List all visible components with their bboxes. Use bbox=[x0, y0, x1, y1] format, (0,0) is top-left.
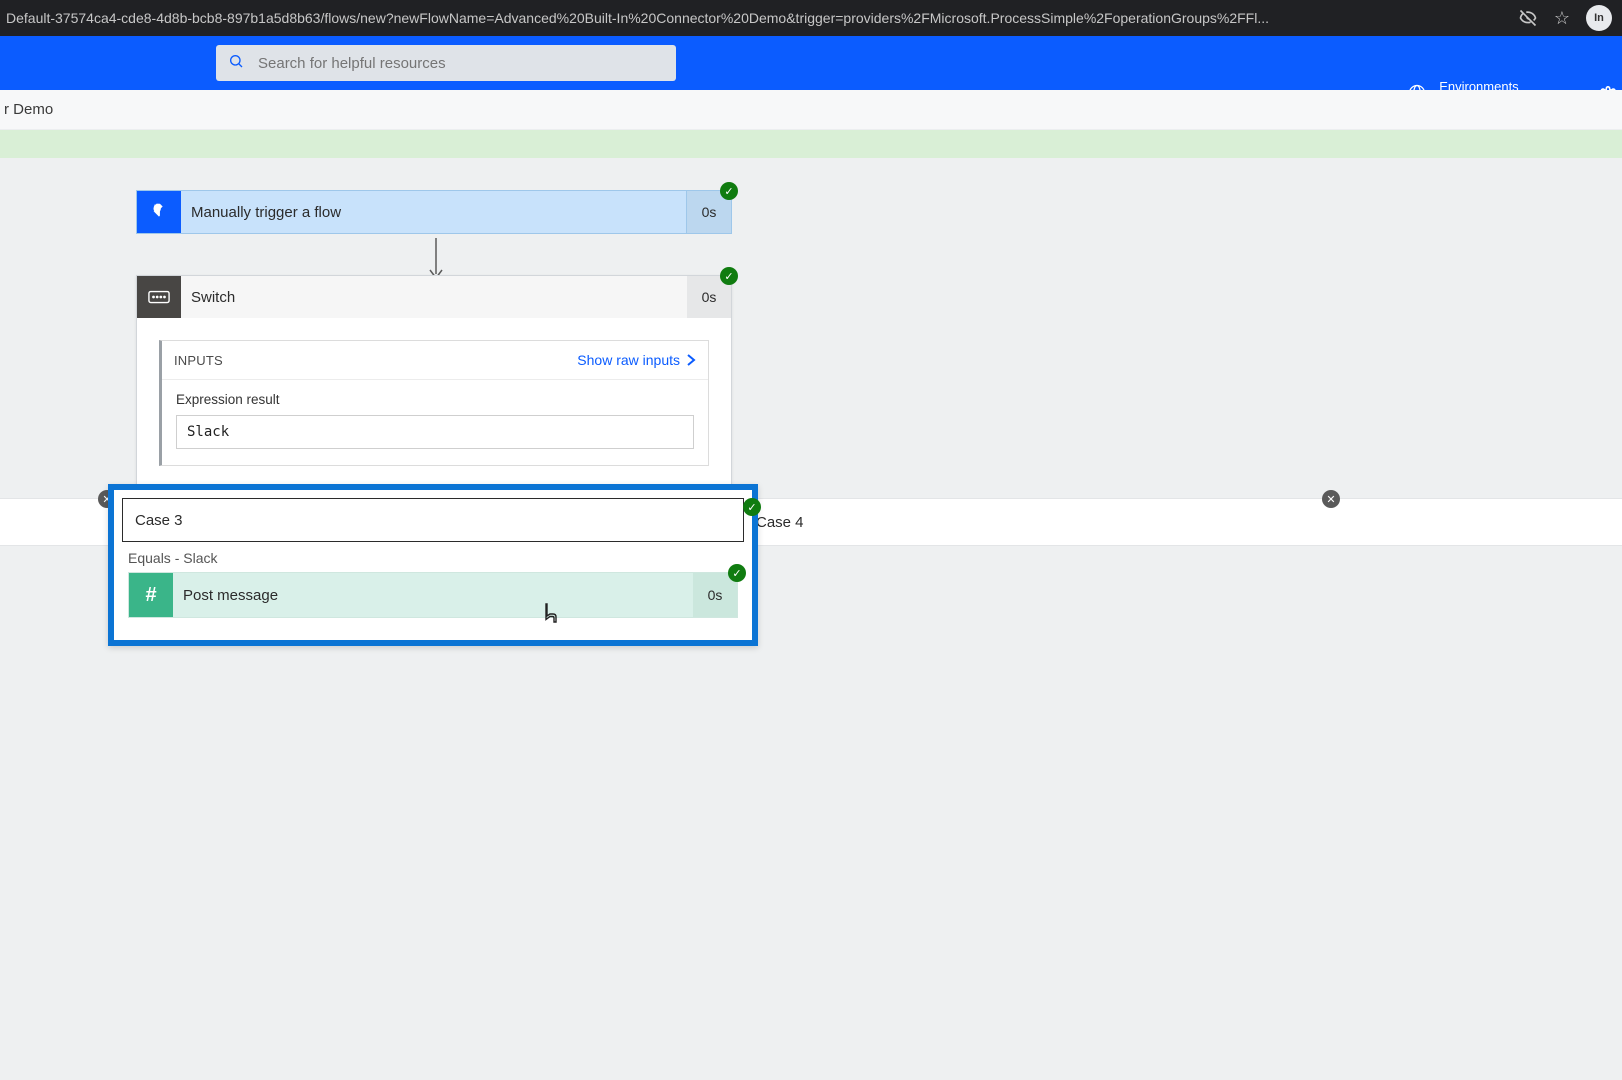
switch-card[interactable]: Switch 0s INPUTS Show raw inputs Express… bbox=[136, 275, 732, 489]
eye-off-icon[interactable] bbox=[1518, 8, 1538, 28]
case-3-card[interactable]: ✓ Case 3 Equals - Slack ✓ # Post message… bbox=[108, 484, 758, 646]
slack-icon: # bbox=[129, 573, 173, 617]
browser-chrome: Default-37574ca4-cde8-4d8b-bcb8-897b1a5d… bbox=[0, 0, 1622, 36]
post-message-action[interactable]: ✓ # Post message 0s bbox=[128, 572, 738, 618]
show-raw-inputs-link[interactable]: Show raw inputs bbox=[577, 352, 696, 368]
check-icon: ✓ bbox=[743, 498, 761, 516]
search-icon bbox=[228, 53, 244, 74]
omnibox[interactable]: Default-37574ca4-cde8-4d8b-bcb8-897b1a5d… bbox=[0, 0, 1508, 36]
case-3-title[interactable]: Case 3 bbox=[122, 498, 744, 542]
app-header: Environments enayu.com (default) bbox=[0, 36, 1622, 90]
inputs-heading: INPUTS bbox=[174, 353, 223, 368]
case-3-condition: Equals - Slack bbox=[114, 550, 752, 566]
search-box[interactable] bbox=[216, 45, 676, 81]
show-raw-inputs-label: Show raw inputs bbox=[577, 352, 680, 368]
success-banner bbox=[0, 130, 1622, 158]
extension-badge[interactable]: In bbox=[1586, 5, 1612, 31]
chrome-right-icons: ☆ In bbox=[1508, 5, 1622, 31]
switch-title: Switch bbox=[181, 276, 687, 318]
trigger-title: Manually trigger a flow bbox=[181, 191, 686, 233]
action-title: Post message bbox=[173, 573, 693, 617]
check-icon: ✓ bbox=[720, 182, 738, 200]
expression-label: Expression result bbox=[176, 392, 694, 407]
inputs-panel: INPUTS Show raw inputs Expression result… bbox=[159, 340, 709, 466]
expression-value[interactable]: Slack bbox=[176, 415, 694, 449]
trigger-icon bbox=[137, 191, 181, 233]
search-input[interactable] bbox=[256, 54, 664, 73]
check-icon: ✓ bbox=[720, 267, 738, 285]
trigger-card[interactable]: Manually trigger a flow 0s bbox=[136, 190, 732, 234]
case-4-header[interactable]: Case 4 bbox=[756, 499, 804, 545]
close-icon[interactable]: ✕ bbox=[1322, 490, 1340, 508]
breadcrumb: r Demo bbox=[0, 90, 1622, 130]
check-icon: ✓ bbox=[728, 564, 746, 582]
star-icon[interactable]: ☆ bbox=[1552, 8, 1572, 28]
switch-header[interactable]: Switch 0s bbox=[137, 276, 731, 318]
switch-icon bbox=[137, 276, 181, 318]
chevron-right-icon bbox=[686, 353, 696, 367]
